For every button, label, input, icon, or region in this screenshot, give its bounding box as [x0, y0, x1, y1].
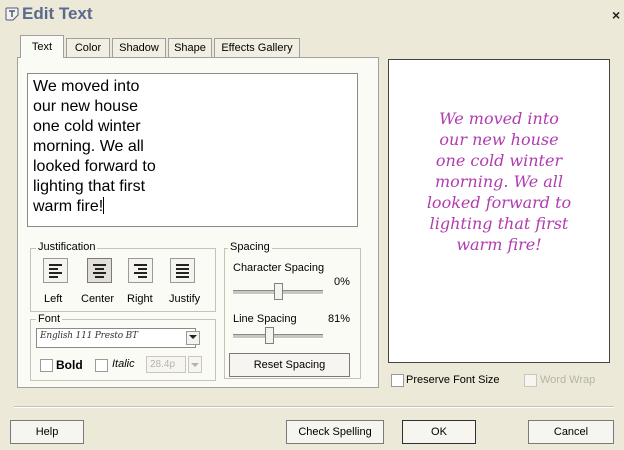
justify-full-button[interactable]: [170, 258, 195, 283]
align-justify-icon: [176, 264, 189, 278]
justify-left-button[interactable]: [43, 258, 68, 283]
bold-label: Bold: [56, 358, 83, 372]
text-line: morning. We all: [33, 138, 144, 155]
tab-shadow[interactable]: Shadow: [112, 38, 166, 57]
justify-center-label: Center: [81, 293, 115, 305]
align-center-icon: [93, 264, 106, 278]
justification-label: Justification: [36, 241, 98, 253]
character-spacing-label: Character Spacing: [233, 262, 325, 274]
italic-checkbox[interactable]: [95, 359, 108, 372]
font-label: Font: [36, 313, 63, 325]
close-icon[interactable]: ×: [612, 7, 620, 23]
text-line: one cold winter: [33, 118, 141, 135]
word-wrap-checkbox: [524, 374, 537, 387]
font-size-field: 28.4p: [146, 356, 186, 373]
text-line: looked forward to: [33, 158, 156, 175]
font-size-value: 28.4p: [150, 359, 176, 370]
bold-checkbox[interactable]: [40, 359, 53, 372]
reset-spacing-button[interactable]: Reset Spacing: [229, 353, 350, 377]
cancel-button[interactable]: Cancel: [528, 420, 614, 444]
text-line: our new house: [33, 98, 138, 115]
text-line: We moved into: [33, 78, 140, 95]
preserve-font-size-label: Preserve Font Size: [406, 374, 500, 386]
text-line: warm fire!: [33, 198, 104, 215]
line-spacing-label: Line Spacing: [233, 313, 297, 325]
word-wrap-label: Word Wrap: [540, 374, 596, 386]
help-button[interactable]: Help: [10, 420, 84, 444]
title-bar: [0, 0, 624, 30]
chevron-down-icon: [189, 335, 197, 339]
text-caret: [103, 197, 105, 214]
tab-shape[interactable]: Shape: [168, 38, 212, 57]
footer-separator: [14, 406, 614, 408]
line-spacing-track[interactable]: [233, 334, 323, 339]
justify-left-label: Left: [44, 293, 63, 305]
spacing-label: Spacing: [228, 241, 272, 253]
ok-button[interactable]: OK: [402, 420, 476, 444]
line-spacing-value: 81%: [328, 313, 351, 325]
text-line: lighting that first: [33, 178, 146, 195]
dialog-title: Edit Text: [22, 4, 93, 23]
text-input[interactable]: We moved into our new house one cold win…: [27, 73, 358, 227]
align-left-icon: [49, 264, 62, 278]
tab-color[interactable]: Color: [66, 38, 110, 57]
tab-effects-gallery[interactable]: Effects Gallery: [214, 38, 300, 57]
align-right-icon: [134, 264, 147, 278]
character-spacing-slider[interactable]: [273, 283, 283, 300]
preview-text: We moved into our new house one cold win…: [426, 109, 572, 254]
justify-right-button[interactable]: [128, 258, 153, 283]
italic-label: Italic: [112, 358, 135, 370]
justify-center-button[interactable]: [87, 258, 112, 283]
font-dropdown-value: English 111 Presto BT: [40, 331, 138, 341]
font-size-arrow: [188, 356, 202, 373]
check-spelling-button[interactable]: Check Spelling: [286, 420, 384, 444]
character-spacing-value: 0%: [334, 276, 350, 288]
preserve-font-size-checkbox[interactable]: [391, 374, 404, 387]
line-spacing-slider[interactable]: [264, 327, 274, 344]
font-dropdown-arrow[interactable]: [186, 331, 200, 345]
chevron-down-icon: [191, 363, 199, 367]
justify-full-label: Justify: [169, 293, 201, 305]
edit-text-icon: [5, 7, 19, 21]
tab-text[interactable]: Text: [20, 35, 64, 58]
justify-right-label: Right: [127, 293, 153, 305]
